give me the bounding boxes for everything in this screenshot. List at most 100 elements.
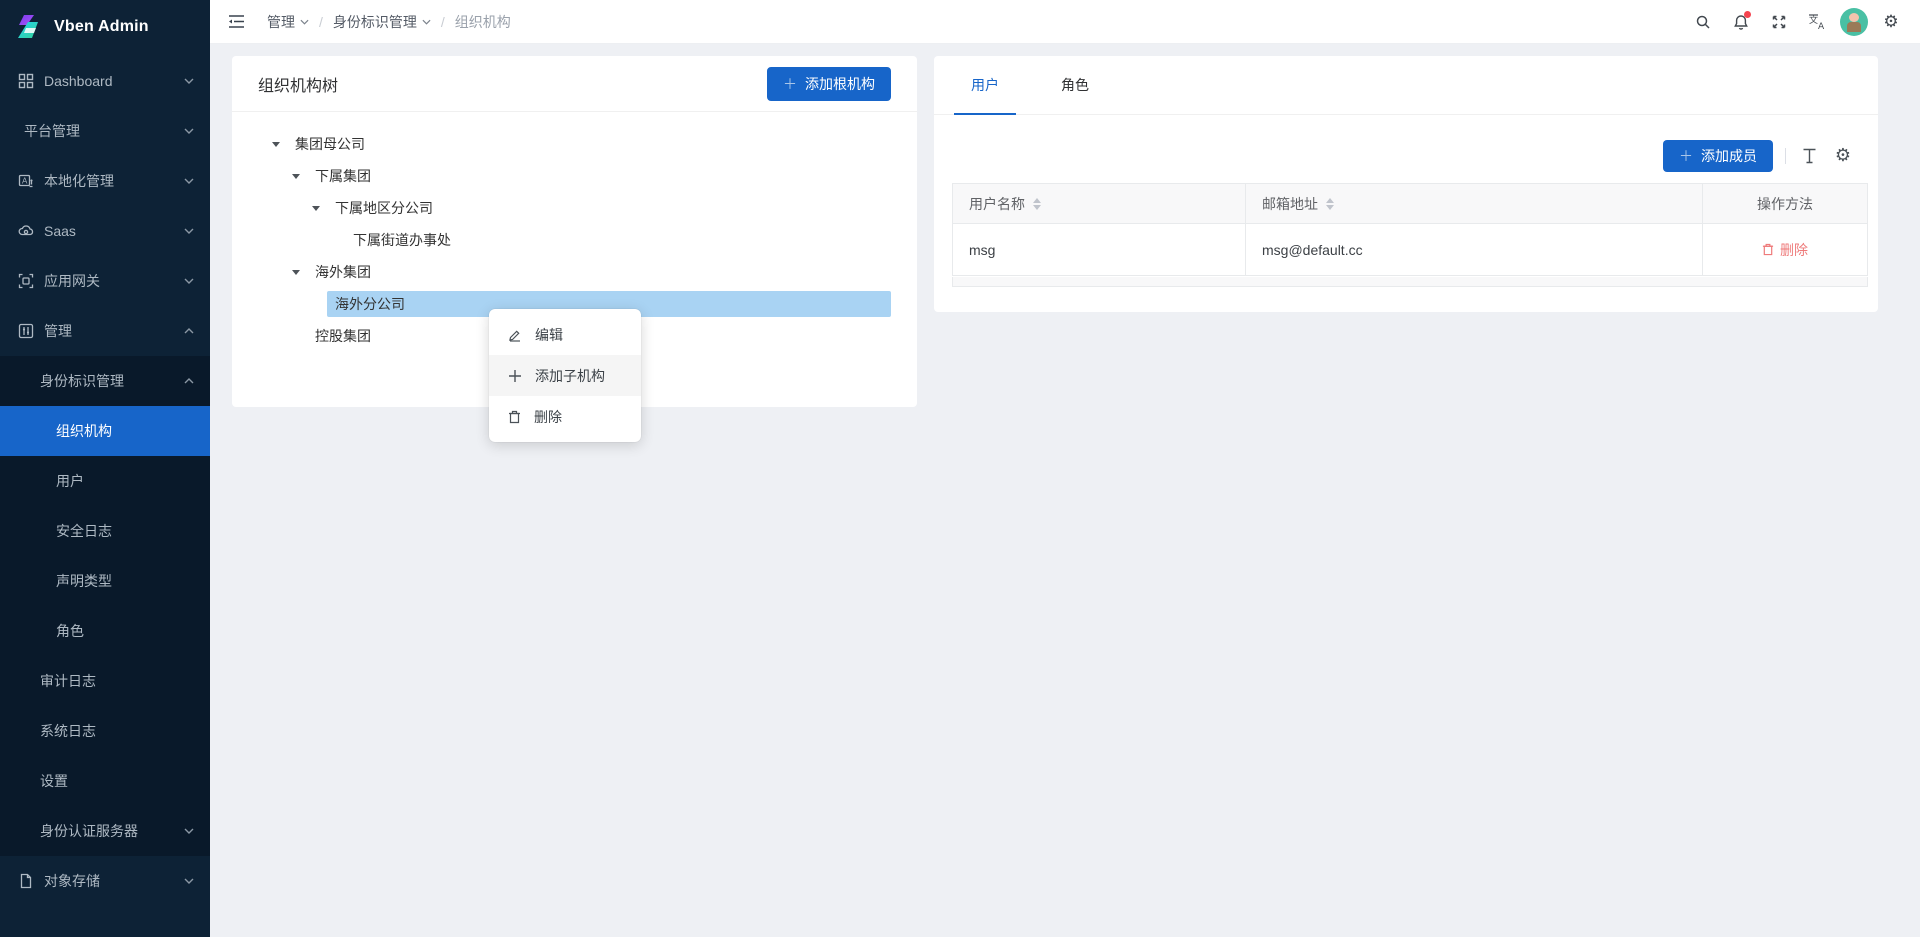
caret-placeholder	[305, 293, 327, 315]
sidebar-item-label: 审计日志	[40, 671, 96, 691]
sidebar-item-settings[interactable]: 设置	[0, 756, 210, 806]
sidebar-item-claim-types[interactable]: 声明类型	[0, 556, 210, 606]
sidebar-item-roles[interactable]: 角色	[0, 606, 210, 656]
context-menu-add-child-org[interactable]: 添加子机构	[489, 355, 641, 396]
notification-dot	[1744, 11, 1751, 18]
row-height-icon[interactable]	[1798, 145, 1820, 167]
tree-node-label[interactable]: 下属集团	[307, 163, 379, 189]
add-root-org-label: 添加根机构	[805, 74, 875, 94]
sidebar-item-admin[interactable]: 管理	[0, 306, 210, 356]
sidebar-collapse-icon[interactable]	[228, 14, 245, 29]
breadcrumb-item-identity-management[interactable]: 身份标识管理	[333, 12, 431, 32]
tree-node-group-parent[interactable]: 集团母公司	[232, 128, 917, 160]
tree-node-label[interactable]: 海外集团	[307, 259, 379, 285]
sidebar-item-saas[interactable]: Saas	[0, 206, 210, 256]
plus-icon	[508, 369, 522, 383]
context-menu-edit[interactable]: 编辑	[489, 314, 641, 355]
chevron-down-icon	[184, 278, 194, 284]
caret-down-icon[interactable]	[285, 165, 307, 187]
members-toolbar: ＋ 添加成员 ⚙	[1663, 140, 1854, 172]
caret-placeholder	[323, 229, 345, 251]
tree-node-sub-group[interactable]: 下属集团	[232, 160, 917, 192]
sidebar-item-label: 本地化管理	[44, 171, 114, 191]
tree-node-label[interactable]: 控股集团	[307, 323, 379, 349]
sidebar-item-localization[interactable]: A 本地化管理	[0, 156, 210, 206]
fullscreen-icon[interactable]	[1764, 7, 1794, 37]
sidebar-item-identity-server[interactable]: 身份认证服务器	[0, 806, 210, 856]
chevron-down-icon	[422, 19, 431, 25]
tab-users[interactable]: 用户	[954, 56, 1016, 114]
sidebar-item-label: 身份认证服务器	[40, 821, 138, 841]
sort-icon[interactable]	[1326, 198, 1334, 210]
app-logo[interactable]: Vben Admin	[0, 0, 210, 54]
breadcrumb-item-admin[interactable]: 管理	[267, 12, 309, 32]
language-translate-icon[interactable]: 文A	[1802, 7, 1832, 37]
sidebar-item-users[interactable]: 用户	[0, 456, 210, 506]
add-member-button[interactable]: ＋ 添加成员	[1663, 140, 1773, 172]
sidebar-nav: Dashboard 平台管理 A 本地化管理 Saas 应用网关	[0, 56, 210, 906]
detail-tabs: 用户 角色	[934, 56, 1878, 115]
breadcrumb-label: 管理	[267, 12, 295, 32]
sidebar-item-label: 管理	[44, 321, 72, 341]
table-row[interactable]: msg msg@default.cc 删除	[953, 224, 1867, 276]
search-icon[interactable]	[1688, 7, 1718, 37]
caret-down-icon[interactable]	[265, 133, 287, 155]
plus-icon: ＋	[1679, 146, 1693, 166]
add-root-org-button[interactable]: ＋ 添加根机构	[767, 67, 891, 101]
sidebar: Vben Admin Dashboard 平台管理 A 本地化管理 Saas	[0, 0, 210, 937]
breadcrumb-separator: /	[319, 14, 323, 30]
tree-node-street-office[interactable]: 下属街道办事处	[232, 224, 917, 256]
dashboard-icon	[18, 73, 34, 89]
caret-down-icon[interactable]	[305, 197, 327, 219]
tree-node-label[interactable]: 下属地区分公司	[327, 195, 441, 221]
header-actions: 文A ⚙	[1688, 0, 1906, 44]
gateway-icon	[18, 273, 34, 289]
sidebar-item-security-logs[interactable]: 安全日志	[0, 506, 210, 556]
table-settings-gear-icon[interactable]: ⚙	[1832, 145, 1854, 167]
tree-node-overseas-group[interactable]: 海外集团	[232, 256, 917, 288]
sidebar-item-organizations[interactable]: 组织机构	[0, 406, 210, 456]
tree-node-label[interactable]: 集团母公司	[287, 131, 373, 157]
sidebar-item-identity-management[interactable]: 身份标识管理	[0, 356, 210, 406]
sidebar-item-system-logs[interactable]: 系统日志	[0, 706, 210, 756]
chevron-up-icon	[184, 378, 194, 384]
sidebar-item-label: 设置	[40, 771, 68, 791]
delete-member-button[interactable]: 删除	[1762, 240, 1808, 260]
sidebar-item-label: 用户	[56, 471, 84, 491]
context-menu-delete[interactable]: 删除	[489, 396, 641, 437]
username-value: msg	[969, 242, 995, 258]
tab-roles[interactable]: 角色	[1044, 56, 1106, 114]
sidebar-item-audit-logs[interactable]: 审计日志	[0, 656, 210, 706]
sidebar-item-label: 系统日志	[40, 721, 96, 741]
sidebar-item-platform-management[interactable]: 平台管理	[0, 106, 210, 156]
notifications-bell-icon[interactable]	[1726, 7, 1756, 37]
chevron-down-icon	[184, 828, 194, 834]
app-title: Vben Admin	[54, 18, 149, 36]
sidebar-item-label: 安全日志	[56, 521, 112, 541]
breadcrumb: 管理 / 身份标识管理 / 组织机构	[267, 12, 511, 32]
svg-text:A: A	[22, 177, 28, 186]
sort-icon[interactable]	[1033, 198, 1041, 210]
sidebar-item-dashboard[interactable]: Dashboard	[0, 56, 210, 106]
localization-icon: A	[18, 173, 34, 189]
sidebar-item-label: Saas	[44, 223, 76, 239]
user-avatar[interactable]	[1840, 8, 1868, 36]
org-tree-panel-header: 组织机构树 ＋ 添加根机构	[232, 56, 917, 112]
sidebar-item-object-storage[interactable]: 对象存储	[0, 856, 210, 906]
tree-node-label[interactable]: 下属街道办事处	[345, 227, 459, 253]
sidebar-item-app-gateway[interactable]: 应用网关	[0, 256, 210, 306]
column-header-username[interactable]: 用户名称	[953, 184, 1246, 224]
chevron-down-icon	[184, 878, 194, 884]
vben-logo-icon	[14, 12, 44, 42]
caret-down-icon[interactable]	[285, 261, 307, 283]
table-header-row: 用户名称 邮箱地址 操作方法	[953, 184, 1867, 224]
chevron-down-icon	[300, 19, 309, 25]
table-footer-strip	[952, 277, 1868, 287]
settings-gear-icon[interactable]: ⚙	[1876, 7, 1906, 37]
tree-node-regional-branch[interactable]: 下属地区分公司	[232, 192, 917, 224]
admin-submenu: 身份标识管理 组织机构 用户 安全日志 声明类型 角色 审计日志 系统日志	[0, 356, 210, 856]
breadcrumb-label: 组织机构	[455, 12, 511, 32]
column-header-email[interactable]: 邮箱地址	[1246, 184, 1703, 224]
breadcrumb-label: 身份标识管理	[333, 12, 417, 32]
context-menu-label: 删除	[534, 407, 562, 427]
